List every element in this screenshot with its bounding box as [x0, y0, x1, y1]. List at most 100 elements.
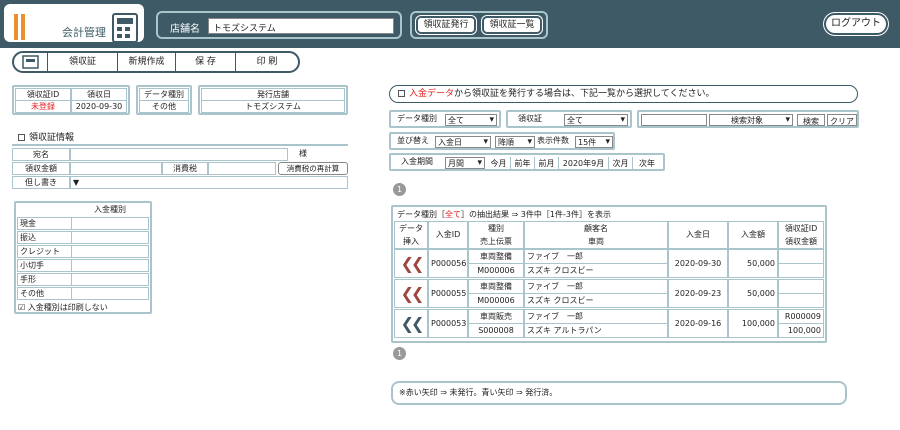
- save-button[interactable]: 保 存: [176, 53, 236, 71]
- prev-month-button[interactable]: 前月: [535, 157, 559, 169]
- sort-field-select[interactable]: 入金日: [435, 136, 491, 148]
- receipt-id: [778, 249, 824, 264]
- prev-year-button[interactable]: 前年: [511, 157, 535, 169]
- payment-type-label: 振込: [17, 231, 71, 244]
- honorific-label: 様: [288, 148, 318, 161]
- tab-receipt[interactable]: 領収証: [48, 53, 118, 71]
- receipt-amount: [778, 293, 824, 308]
- receipt-date-value[interactable]: 2020-09-30: [71, 100, 127, 113]
- payment-type-input[interactable]: [71, 273, 149, 286]
- payment-type-input[interactable]: [71, 231, 149, 244]
- notice-bar: 入金データから領収証を発行する場合は、下記一覧から選択してください。: [389, 85, 858, 103]
- toolbar: 領収証 新規作成 保 存 印 刷: [12, 51, 300, 73]
- receipt-info-title: 領収証情報: [18, 130, 74, 143]
- table-row[interactable]: ❮❮ P000055 車両整備 M000006 ファイブ 一郎 スズキ クロスビー 2020…: [394, 279, 824, 308]
- header-button-group: 領収証発行 領収証一覧: [410, 11, 548, 39]
- this-month-button[interactable]: 今月: [487, 157, 511, 169]
- customer-name: ファイブ 一郎: [524, 249, 668, 264]
- no-print-payment-checkbox[interactable]: ☑ 入金種別は印刷しない: [18, 302, 108, 313]
- table-row[interactable]: ❮❮ P000053 車両販売 S000008 ファイブ 一郎 スズキ アルトラパン 202…: [394, 309, 824, 338]
- pagination-bottom[interactable]: 1: [393, 347, 406, 360]
- shop-label: 店舗名: [170, 24, 200, 35]
- amount-input[interactable]: [70, 162, 162, 175]
- col-amount-header: 入金額: [728, 221, 778, 249]
- payment-amount: 100,000: [728, 309, 778, 338]
- payment-amount: 50,000: [728, 279, 778, 308]
- payment-id: P000053: [428, 309, 468, 338]
- receipt-icon: [14, 53, 48, 71]
- payment-type-input[interactable]: [71, 259, 149, 272]
- sales-slip: M000006: [468, 293, 524, 308]
- shop-selector: 店舗名 トモズシステム: [156, 11, 402, 39]
- payment-type-box: 入金種別 現金 振込 クレジット 小切手 手形 その他 ☑ 入金種別は印刷しない: [14, 201, 152, 314]
- data-type-value: その他: [139, 100, 189, 113]
- col-payment-id-header: 入金ID: [428, 221, 468, 249]
- receipt-list-button[interactable]: 領収証一覧: [482, 16, 542, 34]
- payment-type-input[interactable]: [71, 287, 149, 300]
- col-customer-vehicle-header: 顧客名 車両: [524, 221, 668, 249]
- current-period-label: 2020年9月: [559, 157, 609, 169]
- col-kind-slip-header: 種別 売上伝票: [468, 221, 524, 249]
- checkbox-checked-icon: ☑: [18, 303, 26, 312]
- search-button[interactable]: 検索: [797, 114, 825, 126]
- notice-text: から領収証を発行する場合は、下記一覧から選択してください。: [454, 89, 715, 99]
- tax-input[interactable]: [208, 162, 276, 175]
- payment-date: 2020-09-23: [668, 279, 728, 308]
- payment-type-input[interactable]: [71, 245, 149, 258]
- insert-arrow-icon[interactable]: ❮❮: [394, 249, 428, 278]
- note-label: 但し書き: [12, 176, 70, 189]
- search-input[interactable]: [641, 114, 707, 126]
- recalc-tax-button[interactable]: 消費税の再計算: [278, 162, 348, 175]
- receipt-id: [778, 279, 824, 294]
- issuing-store-value: トモズシステム: [201, 100, 345, 113]
- receipt-amount: [778, 263, 824, 278]
- receipt-id-date-box: 領収証ID 領収日 未登録 2020-09-30: [12, 85, 130, 115]
- payment-type-label: 小切手: [17, 259, 71, 272]
- insert-arrow-icon[interactable]: ❮❮: [394, 279, 428, 308]
- tax-label: 消費税: [162, 162, 208, 175]
- search-target-select[interactable]: 検索対象: [709, 114, 793, 126]
- shop-name-field[interactable]: トモズシステム: [208, 18, 394, 34]
- data-type-filter: データ種別 全て: [389, 110, 501, 128]
- insert-arrow-icon[interactable]: ❮❮: [394, 309, 428, 338]
- sales-slip: S000008: [468, 323, 524, 338]
- receipt-status-select[interactable]: 全て: [564, 114, 628, 126]
- payment-type-label: その他: [17, 287, 71, 300]
- receipt-id: R000009: [778, 309, 824, 324]
- search-box: 検索対象 検索 クリア: [637, 110, 859, 128]
- period-label: 入金期間: [401, 157, 433, 166]
- receipt-filter: 領収証 全て: [506, 110, 632, 128]
- sort-order-select[interactable]: 降順: [495, 136, 535, 148]
- new-button[interactable]: 新規作成: [118, 53, 176, 71]
- clear-button[interactable]: クリア: [827, 114, 857, 126]
- results-table: データ種別［全て］の抽出結果 ⇒ 3件中［1件-3件］を表示 データ 挿入 入金ID…: [391, 205, 827, 343]
- receipt-issue-button[interactable]: 領収証発行: [416, 16, 476, 34]
- col-insert-header: データ 挿入: [394, 221, 428, 249]
- count-select[interactable]: 15件: [575, 136, 613, 148]
- data-type-select[interactable]: 全て: [445, 114, 497, 126]
- note-select[interactable]: ▼: [70, 176, 348, 189]
- payment-id: P000055: [428, 279, 468, 308]
- amount-label: 領収金額: [12, 162, 70, 175]
- payment-type-label: クレジット: [17, 245, 71, 258]
- col-receipt-header: 領収証ID 領収金額: [778, 221, 824, 249]
- print-button[interactable]: 印 刷: [236, 53, 298, 71]
- receipt-id-value: 未登録: [15, 100, 71, 113]
- receipt-info-form: 宛名 様 領収金額 消費税 消費税の再計算 但し書き ▼: [12, 144, 348, 190]
- payment-type-input[interactable]: [71, 217, 149, 230]
- sales-slip: M000006: [468, 263, 524, 278]
- legend-note: ※赤い矢印 ⇒ 未発行。青い矢印 ⇒ 発行済。: [391, 381, 847, 405]
- next-year-button[interactable]: 次年: [633, 157, 661, 169]
- payment-kind: 車両販売: [468, 309, 524, 324]
- payment-date: 2020-09-30: [668, 249, 728, 278]
- logout-button[interactable]: ログアウト: [824, 13, 888, 35]
- pagination-top[interactable]: 1: [393, 183, 406, 196]
- period-select[interactable]: 月間: [445, 157, 485, 169]
- result-summary: データ種別［全て］の抽出結果 ⇒ 3件中［1件-3件］を表示: [397, 210, 611, 219]
- table-row[interactable]: ❮❮ P000056 車両整備 M000006 ファイブ 一郎 スズキ クロスビー 2020…: [394, 249, 824, 278]
- receipt-filter-label: 領収証: [518, 114, 542, 123]
- next-month-button[interactable]: 次月: [609, 157, 633, 169]
- payment-date: 2020-09-16: [668, 309, 728, 338]
- notice-highlight: 入金データ: [409, 89, 455, 99]
- addressee-input[interactable]: [70, 148, 288, 161]
